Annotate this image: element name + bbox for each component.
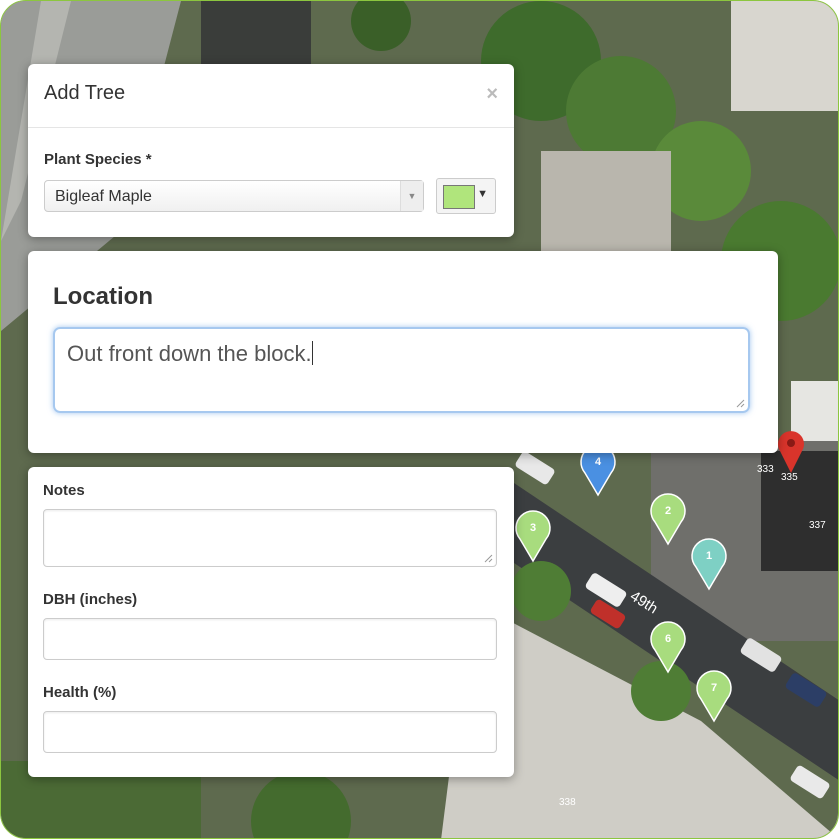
- tree-details-panel: Notes DBH (inches) Health (%): [28, 467, 514, 777]
- resize-grip-icon[interactable]: [736, 399, 745, 408]
- panel-header: Add Tree ×: [28, 64, 514, 128]
- location-label: Location: [53, 283, 153, 310]
- location-text: Out front down the block.: [67, 341, 312, 366]
- location-textarea[interactable]: Out front down the block.: [53, 327, 750, 413]
- svg-text:2: 2: [665, 505, 671, 517]
- address-label: 333: [757, 464, 774, 475]
- svg-text:1: 1: [706, 550, 712, 562]
- dbh-label: DBH (inches): [43, 591, 138, 608]
- location-panel: Location Out front down the block.: [28, 251, 778, 453]
- notes-textarea[interactable]: [43, 509, 497, 567]
- color-picker-button[interactable]: ▼: [436, 178, 496, 214]
- close-icon[interactable]: ×: [486, 83, 498, 106]
- chevron-down-icon[interactable]: ▼: [400, 181, 423, 211]
- plant-species-select[interactable]: Bigleaf Maple ▼: [44, 180, 424, 212]
- dropdown-caret-icon: ▼: [477, 188, 488, 200]
- notes-label: Notes: [43, 482, 85, 499]
- address-label: 335: [781, 472, 798, 483]
- svg-text:3: 3: [530, 522, 536, 534]
- plant-species-value: Bigleaf Maple: [55, 188, 152, 205]
- app-frame: 49th 333 335 337 338 1 2 3 6 7 4 Add Tre…: [0, 0, 839, 839]
- panel-title: Add Tree: [44, 82, 126, 104]
- color-swatch: [443, 185, 475, 209]
- svg-text:6: 6: [665, 633, 671, 645]
- text-caret: [311, 341, 313, 365]
- resize-grip-icon[interactable]: [484, 554, 493, 563]
- dbh-input[interactable]: [43, 618, 497, 660]
- address-label: 337: [809, 520, 826, 531]
- health-label: Health (%): [43, 684, 117, 701]
- address-label: 338: [559, 797, 576, 808]
- plant-species-label: Plant Species *: [44, 151, 152, 168]
- svg-text:4: 4: [595, 456, 602, 468]
- svg-text:7: 7: [711, 682, 717, 694]
- add-tree-panel: Add Tree × Plant Species * Bigleaf Maple…: [28, 64, 514, 237]
- health-input[interactable]: [43, 711, 497, 753]
